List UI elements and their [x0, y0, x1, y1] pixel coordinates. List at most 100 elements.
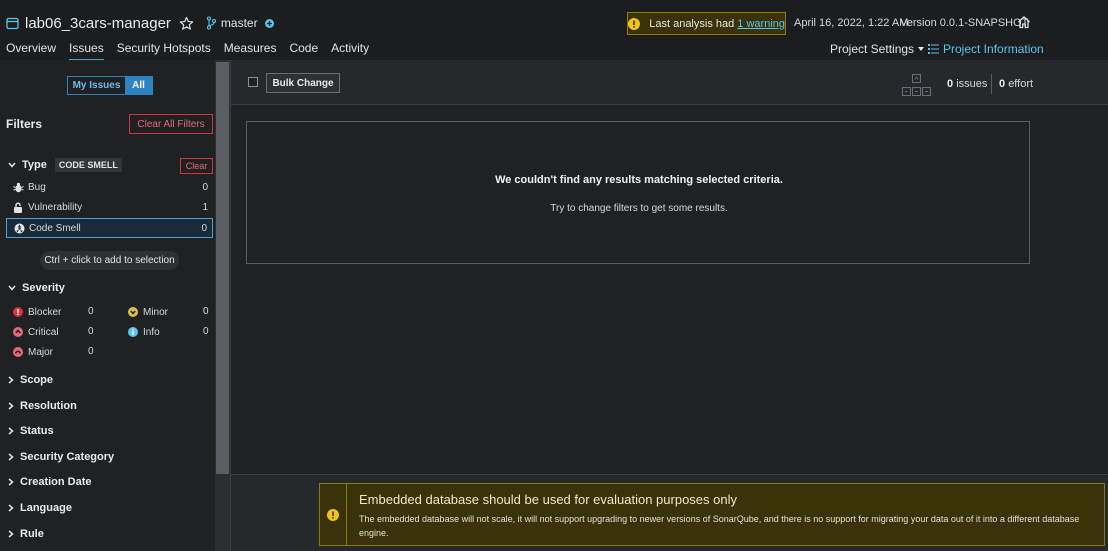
chevron-down-icon [8, 285, 16, 291]
nav-security-hotspots[interactable]: Security Hotspots [117, 41, 211, 61]
my-issues-button[interactable]: My Issues [68, 77, 125, 94]
facet-creation-date-header[interactable]: Creation Date [8, 476, 92, 488]
effort-count-value: 0 [999, 78, 1006, 90]
chevron-right-icon [8, 453, 14, 461]
severity-label: Major [28, 346, 54, 358]
keyboard-shortcuts-icon [900, 73, 934, 98]
facet-type-header[interactable]: Type CODE SMELL [8, 158, 122, 172]
home-icon[interactable] [1017, 15, 1031, 29]
all-issues-button[interactable]: All [125, 77, 152, 94]
clear-all-filters-button[interactable]: Clear All Filters [129, 114, 213, 134]
facet-title: Language [20, 502, 72, 514]
severity-count: 0 [88, 306, 94, 317]
sidebar-scroll-thumb[interactable] [216, 62, 229, 474]
top-header: lab06_3cars-manager master Last analysis… [0, 0, 1108, 61]
type-item-label: Vulnerability [28, 202, 83, 213]
facet-title: Scope [20, 374, 54, 386]
major-icon [13, 347, 23, 357]
nav-activity[interactable]: Activity [331, 41, 369, 61]
chevron-down-icon [8, 162, 16, 168]
branch-name[interactable]: master [221, 16, 258, 30]
chevron-right-icon [8, 402, 14, 410]
facet-rule-header[interactable]: Rule [8, 528, 44, 540]
nav-overview[interactable]: Overview [6, 41, 56, 61]
branch-icon [206, 16, 216, 30]
type-item-code-smell[interactable]: Code Smell 0 [6, 218, 213, 238]
select-all-checkbox[interactable] [248, 77, 258, 87]
add-branch-icon[interactable] [264, 18, 274, 28]
project-name[interactable]: lab06_3cars-manager [25, 15, 171, 32]
facet-title: Resolution [20, 400, 77, 412]
list-icon [928, 44, 939, 54]
analysis-warning-box: Last analysis had 1 warning [627, 12, 786, 35]
chevron-right-icon [8, 504, 14, 512]
severity-count: 0 [203, 306, 209, 317]
severity-label: Critical [28, 326, 59, 338]
project-settings-label: Project Settings [830, 42, 915, 56]
lock-icon [12, 202, 24, 213]
empty-results-subtitle: Try to change filters to get some result… [550, 203, 728, 214]
issues-count-label: issues [956, 78, 988, 90]
warning-link[interactable]: 1 warning [737, 18, 785, 30]
bug-icon [12, 182, 24, 193]
empty-results-box: We couldn't find any results matching se… [246, 121, 1030, 264]
multi-select-hint: Ctrl + click to add to selection [40, 251, 179, 270]
severity-count: 0 [88, 326, 94, 337]
severity-info[interactable]: Info [128, 325, 160, 339]
type-item-label: Code Smell [29, 222, 81, 234]
filters-title: Filters [6, 117, 43, 131]
facet-severity-title: Severity [22, 282, 65, 294]
type-item-label: Bug [28, 182, 46, 193]
type-item-vulnerability[interactable]: Vulnerability 1 [6, 198, 213, 217]
facet-severity-header[interactable]: Severity [8, 282, 65, 294]
issues-counter: 0 issues [947, 78, 987, 90]
facet-resolution-header[interactable]: Resolution [8, 400, 77, 412]
facet-title: Creation Date [20, 476, 92, 488]
project-version: Version 0.0.1-SNAPSHOT [900, 17, 1029, 29]
project-title-row: lab06_3cars-manager master [6, 13, 274, 33]
facet-scope-header[interactable]: Scope [8, 374, 53, 386]
severity-count: 0 [203, 326, 209, 337]
clear-type-button[interactable]: Clear [180, 158, 213, 174]
severity-major[interactable]: Major [13, 345, 53, 359]
db-warning-title: Embedded database should be used for eva… [359, 492, 737, 507]
facet-status-header[interactable]: Status [8, 425, 54, 437]
blocker-icon [13, 307, 23, 317]
facet-security-category-header[interactable]: Security Category [8, 451, 114, 463]
facet-type-title: Type [22, 159, 47, 171]
severity-label: Info [143, 326, 160, 338]
minor-icon [128, 307, 138, 317]
severity-blocker[interactable]: Blocker [13, 305, 61, 319]
facet-language-header[interactable]: Language [8, 502, 72, 514]
chevron-right-icon [8, 478, 14, 486]
severity-minor[interactable]: Minor [128, 305, 168, 319]
severity-label: Blocker [28, 306, 62, 318]
empty-results-title: We couldn't find any results matching se… [495, 174, 783, 186]
severity-critical[interactable]: Critical [13, 325, 59, 339]
warning-icon-cell [320, 484, 347, 545]
project-information-link[interactable]: Project Information [928, 42, 1044, 56]
embedded-db-warning: Embedded database should be used for eva… [319, 483, 1105, 546]
project-icon [6, 17, 19, 30]
issues-count-value: 0 [947, 78, 954, 90]
info-icon [128, 327, 138, 337]
warning-icon [327, 508, 339, 521]
nav-issues[interactable]: Issues [69, 41, 104, 61]
bulk-change-button[interactable]: Bulk Change [266, 73, 340, 93]
favorite-star-icon[interactable] [179, 16, 194, 31]
analysis-date: April 16, 2022, 1:22 AM [794, 17, 909, 29]
warning-prefix: Last analysis had [649, 17, 735, 30]
chevron-right-icon [8, 530, 14, 538]
severity-label: Minor [143, 306, 169, 318]
nav-measures[interactable]: Measures [224, 41, 277, 61]
project-settings-menu[interactable]: Project Settings [830, 42, 925, 56]
project-nav: Overview Issues Security Hotspots Measur… [6, 41, 382, 61]
facet-title: Rule [20, 528, 44, 540]
effort-counter: 0 effort [999, 78, 1033, 90]
code-smell-icon [13, 223, 25, 234]
type-item-count: 1 [202, 202, 208, 213]
chevron-right-icon [8, 427, 14, 435]
nav-code[interactable]: Code [289, 41, 318, 61]
counter-separator [991, 74, 992, 94]
type-item-bug[interactable]: Bug 0 [6, 178, 213, 197]
